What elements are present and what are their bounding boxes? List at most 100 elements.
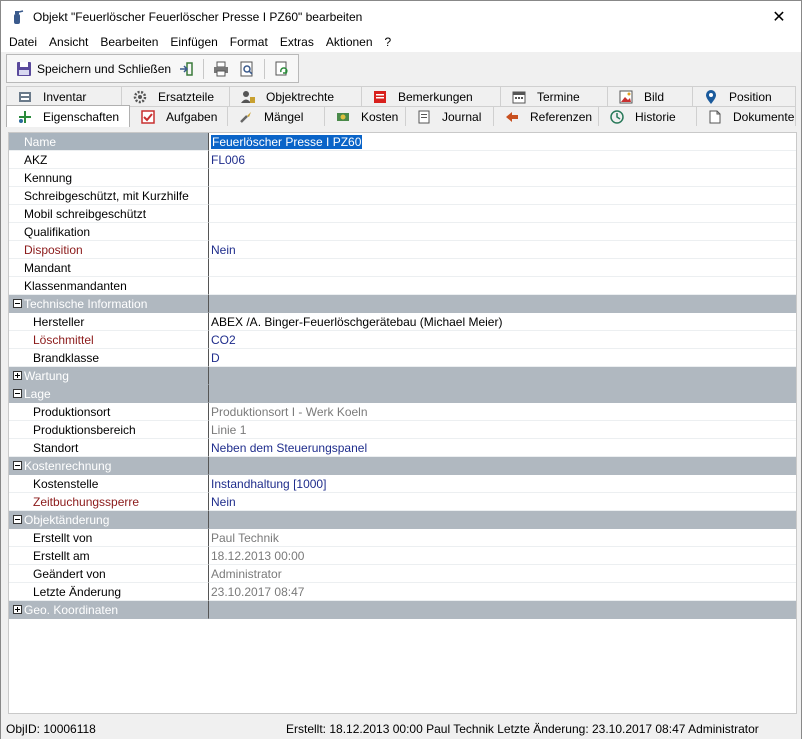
collapse-icon[interactable]	[13, 389, 22, 398]
property-row[interactable]: Kennung	[9, 169, 796, 187]
property-value[interactable]: 23.10.2017 08:47	[209, 583, 796, 601]
property-value[interactable]: Instandhaltung [1000]	[209, 475, 796, 493]
tab-journal[interactable]: Journal	[405, 106, 494, 126]
section-header[interactable]: Wartung	[9, 367, 796, 385]
property-label: Hersteller	[9, 313, 209, 331]
tab-maengel[interactable]: Mängel	[227, 106, 325, 126]
section-header[interactable]: Objektänderung	[9, 511, 796, 529]
selected-value-text[interactable]: Feuerlöscher Presse I PZ60	[211, 135, 363, 149]
history-icon	[609, 109, 625, 125]
property-value[interactable]	[209, 169, 796, 187]
property-value[interactable]	[209, 259, 796, 277]
tab-inventar[interactable]: Inventar	[6, 86, 122, 106]
property-row[interactable]: AKZ FL006	[9, 151, 796, 169]
menu-ansicht[interactable]: Ansicht	[43, 35, 94, 49]
property-row[interactable]: Letzte Änderung 23.10.2017 08:47	[9, 583, 796, 601]
property-row[interactable]: Kostenstelle Instandhaltung [1000]	[9, 475, 796, 493]
tab-bemerkungen[interactable]: Bemerkungen	[361, 86, 501, 106]
menu-extras[interactable]: Extras	[274, 35, 320, 49]
property-row[interactable]: Geändert von Administrator	[9, 565, 796, 583]
tab-label: Inventar	[43, 89, 87, 104]
tab-historie[interactable]: Historie	[598, 106, 697, 126]
property-row[interactable]: Brandklasse D	[9, 349, 796, 367]
property-row[interactable]: Disposition Nein	[9, 241, 796, 259]
collapse-icon[interactable]	[13, 515, 22, 524]
tab-dokumente[interactable]: Dokumente	[696, 106, 796, 126]
menu-einfuegen[interactable]: Einfügen	[164, 35, 223, 49]
print-button[interactable]	[208, 57, 234, 80]
print-preview-button[interactable]	[234, 57, 260, 80]
property-row[interactable]: Schreibgeschützt, mit Kurzhilfe	[9, 187, 796, 205]
property-value[interactable]: Nein	[209, 241, 796, 259]
references-icon	[504, 109, 520, 125]
save-and-close-button[interactable]: Speichern und Schließen	[11, 57, 199, 80]
tab-aufgaben[interactable]: Aufgaben	[129, 106, 228, 126]
property-label: Klassenmandanten	[9, 277, 209, 295]
property-value[interactable]: D	[209, 349, 796, 367]
property-label: Produktionsbereich	[9, 421, 209, 439]
property-value[interactable]: Produktionsort I - Werk Koeln	[209, 403, 796, 421]
property-value[interactable]: Neben dem Steuerungspanel	[209, 439, 796, 457]
refresh-button[interactable]	[269, 57, 295, 80]
tab-kosten[interactable]: Kosten	[324, 106, 406, 126]
tab-eigenschaften[interactable]: Eigenschaften	[6, 105, 130, 127]
property-row[interactable]: Standort Neben dem Steuerungspanel	[9, 439, 796, 457]
property-value[interactable]	[209, 223, 796, 241]
property-value[interactable]: 18.12.2013 00:00	[209, 547, 796, 565]
expand-icon[interactable]	[13, 605, 22, 614]
property-value[interactable]: Paul Technik	[209, 529, 796, 547]
property-value[interactable]	[209, 277, 796, 295]
property-row[interactable]: Hersteller ABEX /A. Binger-Feuerlöschgerä…	[9, 313, 796, 331]
property-value	[209, 367, 796, 385]
property-row[interactable]: Produktionsort Produktionsort I - Werk Ko…	[9, 403, 796, 421]
menu-bearbeiten[interactable]: Bearbeiten	[94, 35, 164, 49]
property-grid: Name Feuerlöscher Presse I PZ60 AKZ FL006 Ke…	[8, 132, 797, 714]
status-bar: ObjID: 10006118 Erstellt: 18.12.2013 00:…	[1, 718, 801, 739]
tab-ersatzteile[interactable]: Ersatzteile	[121, 86, 230, 106]
property-row[interactable]: Erstellt am 18.12.2013 00:00	[9, 547, 796, 565]
collapse-icon[interactable]	[13, 299, 22, 308]
section-header[interactable]: Technische Information	[9, 295, 796, 313]
object-edit-window: Objekt "Feuerlöscher Feuerlöscher Presse…	[0, 0, 802, 739]
property-row[interactable]: Name Feuerlöscher Presse I PZ60	[9, 133, 796, 151]
expand-icon[interactable]	[13, 371, 22, 380]
property-row[interactable]: Mandant	[9, 259, 796, 277]
property-value[interactable]	[209, 205, 796, 223]
tab-position[interactable]: Position	[692, 86, 796, 106]
property-value[interactable]: Nein	[209, 493, 796, 511]
property-value[interactable]: CO2	[209, 331, 796, 349]
close-button[interactable]: ✕	[757, 1, 801, 32]
section-header[interactable]: Kostenrechnung	[9, 457, 796, 475]
menu-bar: Datei Ansicht Bearbeiten Einfügen Format…	[1, 32, 801, 52]
property-row[interactable]: Zeitbuchungssperre Nein	[9, 493, 796, 511]
property-value[interactable]: Linie 1	[209, 421, 796, 439]
property-row[interactable]: Mobil schreibgeschützt	[9, 205, 796, 223]
property-label: Name	[9, 133, 209, 151]
property-value[interactable]: FL006	[209, 151, 796, 169]
tab-objektrechte[interactable]: Objektrechte	[229, 86, 362, 106]
save-icon	[15, 60, 33, 78]
property-row[interactable]: Löschmittel CO2	[9, 331, 796, 349]
property-value[interactable]: Feuerlöscher Presse I PZ60	[209, 133, 796, 151]
property-row[interactable]: Erstellt von Paul Technik	[9, 529, 796, 547]
tab-label: Aufgaben	[166, 109, 218, 124]
property-row[interactable]: Qualifikation	[9, 223, 796, 241]
menu-datei[interactable]: Datei	[3, 35, 43, 49]
section-header[interactable]: Geo. Koordinaten	[9, 601, 796, 619]
collapse-icon[interactable]	[13, 461, 22, 470]
property-value[interactable]: ABEX /A. Binger-Feuerlöschgerätebau (Mic…	[209, 313, 796, 331]
status-info: Erstellt: 18.12.2013 00:00 Paul Technik …	[286, 721, 759, 736]
menu-help[interactable]: ?	[379, 35, 398, 49]
tab-termine[interactable]: Termine	[500, 86, 608, 106]
tab-bild[interactable]: Bild	[607, 86, 693, 106]
menu-aktionen[interactable]: Aktionen	[320, 35, 379, 49]
property-value[interactable]	[209, 187, 796, 205]
defects-icon	[238, 109, 254, 125]
section-header[interactable]: Lage	[9, 385, 796, 403]
property-row[interactable]: Produktionsbereich Linie 1	[9, 421, 796, 439]
tab-referenzen[interactable]: Referenzen	[493, 106, 599, 126]
menu-format[interactable]: Format	[224, 35, 274, 49]
property-value[interactable]: Administrator	[209, 565, 796, 583]
property-label: Disposition	[9, 241, 209, 259]
property-row[interactable]: Klassenmandanten	[9, 277, 796, 295]
